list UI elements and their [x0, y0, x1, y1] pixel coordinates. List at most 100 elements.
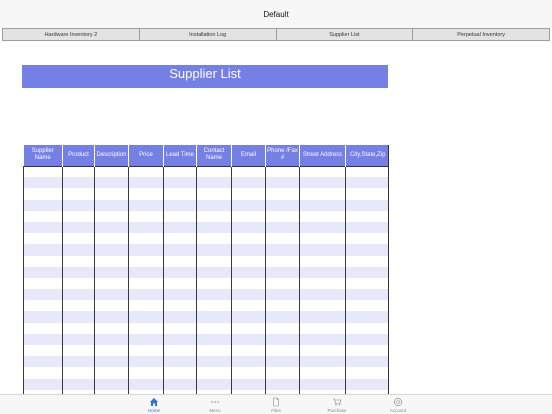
table-cell[interactable] [94, 233, 129, 245]
table-cell[interactable] [345, 177, 388, 189]
table-cell[interactable] [128, 277, 164, 290]
table-cell[interactable] [196, 188, 232, 200]
table-cell[interactable] [299, 199, 346, 211]
table-cell[interactable] [62, 322, 95, 334]
table-cell[interactable] [345, 311, 388, 323]
table-cell[interactable] [231, 322, 266, 334]
table-cell[interactable] [128, 367, 164, 379]
table-cell[interactable] [23, 221, 63, 234]
table-cell[interactable] [265, 255, 300, 267]
table-cell[interactable] [299, 166, 346, 178]
table-cell[interactable] [62, 188, 95, 200]
nav-files[interactable]: Files [246, 395, 307, 414]
table-cell[interactable] [23, 188, 63, 200]
table-cell[interactable] [265, 378, 300, 390]
table-cell[interactable] [163, 289, 197, 301]
table-cell[interactable] [345, 188, 388, 200]
tab-installation-log[interactable]: Installation Log [139, 28, 277, 41]
table-cell[interactable] [128, 177, 164, 189]
table-cell[interactable] [231, 266, 266, 278]
column-header-email[interactable]: Email [231, 145, 266, 166]
table-cell[interactable] [265, 210, 300, 222]
table-cell[interactable] [299, 322, 346, 334]
table-cell[interactable] [128, 378, 164, 390]
table-cell[interactable] [265, 289, 300, 301]
table-cell[interactable] [163, 210, 197, 222]
table-cell[interactable] [163, 177, 197, 189]
table-cell[interactable] [62, 166, 95, 178]
table-cell[interactable] [299, 300, 346, 312]
column-header-city-state-zip[interactable]: City,State,Zip [345, 145, 388, 166]
table-cell[interactable] [196, 333, 232, 345]
table-cell[interactable] [62, 367, 95, 379]
table-cell[interactable] [94, 199, 129, 211]
table-cell[interactable] [299, 333, 346, 345]
table-cell[interactable] [265, 367, 300, 379]
table-cell[interactable] [23, 233, 63, 245]
table-cell[interactable] [94, 300, 129, 312]
table-cell[interactable] [23, 210, 63, 222]
table-cell[interactable] [345, 199, 388, 211]
table-cell[interactable] [265, 221, 300, 234]
sheet-title[interactable]: Supplier List [22, 65, 388, 88]
table-cell[interactable] [265, 333, 300, 345]
table-cell[interactable] [62, 300, 95, 312]
table-cell[interactable] [62, 233, 95, 245]
table-cell[interactable] [128, 255, 164, 267]
table-cell[interactable] [128, 244, 164, 256]
table-cell[interactable] [345, 289, 388, 301]
table-cell[interactable] [94, 378, 129, 390]
table-cell[interactable] [163, 345, 197, 357]
table-cell[interactable] [128, 300, 164, 312]
table-cell[interactable] [128, 210, 164, 222]
table-cell[interactable] [128, 221, 164, 234]
table-cell[interactable] [163, 311, 197, 323]
table-cell[interactable] [299, 233, 346, 245]
table-cell[interactable] [62, 244, 95, 256]
table-cell[interactable] [299, 345, 346, 357]
table-cell[interactable] [299, 177, 346, 189]
table-cell[interactable] [231, 367, 266, 379]
table-cell[interactable] [345, 367, 388, 379]
table-cell[interactable] [299, 221, 346, 234]
table-cell[interactable] [265, 233, 300, 245]
table-cell[interactable] [62, 333, 95, 345]
table-cell[interactable] [23, 166, 63, 178]
table-cell[interactable] [23, 177, 63, 189]
table-cell[interactable] [299, 188, 346, 200]
tab-perpetual-inventory[interactable]: Perpetual Inventory [413, 28, 550, 41]
table-cell[interactable] [231, 166, 266, 178]
table-cell[interactable] [163, 322, 197, 334]
table-cell[interactable] [62, 378, 95, 390]
column-header-price[interactable]: Price [128, 145, 164, 166]
table-cell[interactable] [163, 300, 197, 312]
table-cell[interactable] [196, 255, 232, 267]
table-cell[interactable] [94, 356, 129, 368]
table-cell[interactable] [163, 378, 197, 390]
table-cell[interactable] [265, 277, 300, 290]
table-cell[interactable] [196, 345, 232, 357]
table-cell[interactable] [345, 221, 388, 234]
table-cell[interactable] [345, 345, 388, 357]
table-cell[interactable] [265, 188, 300, 200]
table-cell[interactable] [196, 322, 232, 334]
column-header-phone-fax[interactable]: Phone /Fax # [265, 145, 300, 166]
table-cell[interactable] [62, 345, 95, 357]
table-cell[interactable] [128, 166, 164, 178]
table-cell[interactable] [299, 356, 346, 368]
table-cell[interactable] [163, 266, 197, 278]
table-cell[interactable] [128, 289, 164, 301]
column-header-supplier-name[interactable]: Supplier Name [23, 145, 63, 166]
table-cell[interactable] [299, 266, 346, 278]
table-cell[interactable] [128, 345, 164, 357]
table-cell[interactable] [94, 277, 129, 290]
table-cell[interactable] [265, 177, 300, 189]
table-cell[interactable] [299, 378, 346, 390]
table-cell[interactable] [299, 367, 346, 379]
table-cell[interactable] [94, 244, 129, 256]
tab-hardware-inventory-2[interactable]: Hardware Inventory 2 [2, 28, 140, 41]
table-cell[interactable] [299, 210, 346, 222]
table-cell[interactable] [62, 199, 95, 211]
table-cell[interactable] [196, 378, 232, 390]
column-header-product[interactable]: Product [62, 145, 95, 166]
